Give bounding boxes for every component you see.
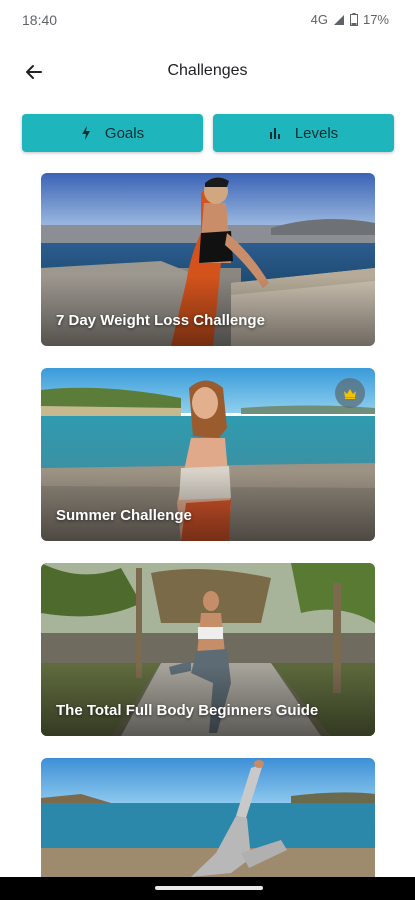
home-gesture-handle[interactable] — [155, 886, 263, 890]
app-header: Challenges — [0, 48, 415, 96]
signal-icon — [333, 14, 345, 26]
challenge-card-summer[interactable]: Summer Challenge — [41, 368, 375, 541]
battery-icon — [349, 13, 358, 26]
challenge-card-weight-loss[interactable]: 7 Day Weight Loss Challenge — [41, 173, 375, 346]
bar-chart-icon — [269, 127, 281, 139]
card-overlay — [41, 471, 375, 541]
challenge-title: 7 Day Weight Loss Challenge — [56, 312, 265, 329]
network-type: 4G — [310, 12, 328, 27]
challenge-title: The Total Full Body Beginners Guide — [56, 702, 319, 719]
goals-label: Goals — [104, 124, 145, 142]
card-overlay — [41, 276, 375, 346]
premium-badge — [335, 378, 365, 408]
system-nav-bar — [0, 877, 415, 900]
challenge-card-fourth[interactable] — [41, 758, 375, 877]
battery-level: 17% — [362, 12, 389, 27]
page-title: Challenges — [167, 62, 248, 79]
card-overlay — [41, 666, 375, 736]
levels-button[interactable]: Levels — [213, 114, 394, 152]
challenge-card-full-body[interactable]: The Total Full Body Beginners Guide — [41, 563, 375, 736]
status-bar: 18:40 4G 17% — [0, 0, 415, 40]
bolt-icon — [81, 126, 91, 140]
crown-icon — [343, 388, 357, 399]
challenge-image — [41, 758, 375, 877]
status-indicators: 4G 17% — [311, 12, 389, 27]
levels-label: Levels — [294, 124, 339, 142]
goals-button[interactable]: Goals — [22, 114, 203, 152]
status-time: 18:40 — [22, 12, 58, 28]
challenge-title: Summer Challenge — [56, 507, 192, 524]
